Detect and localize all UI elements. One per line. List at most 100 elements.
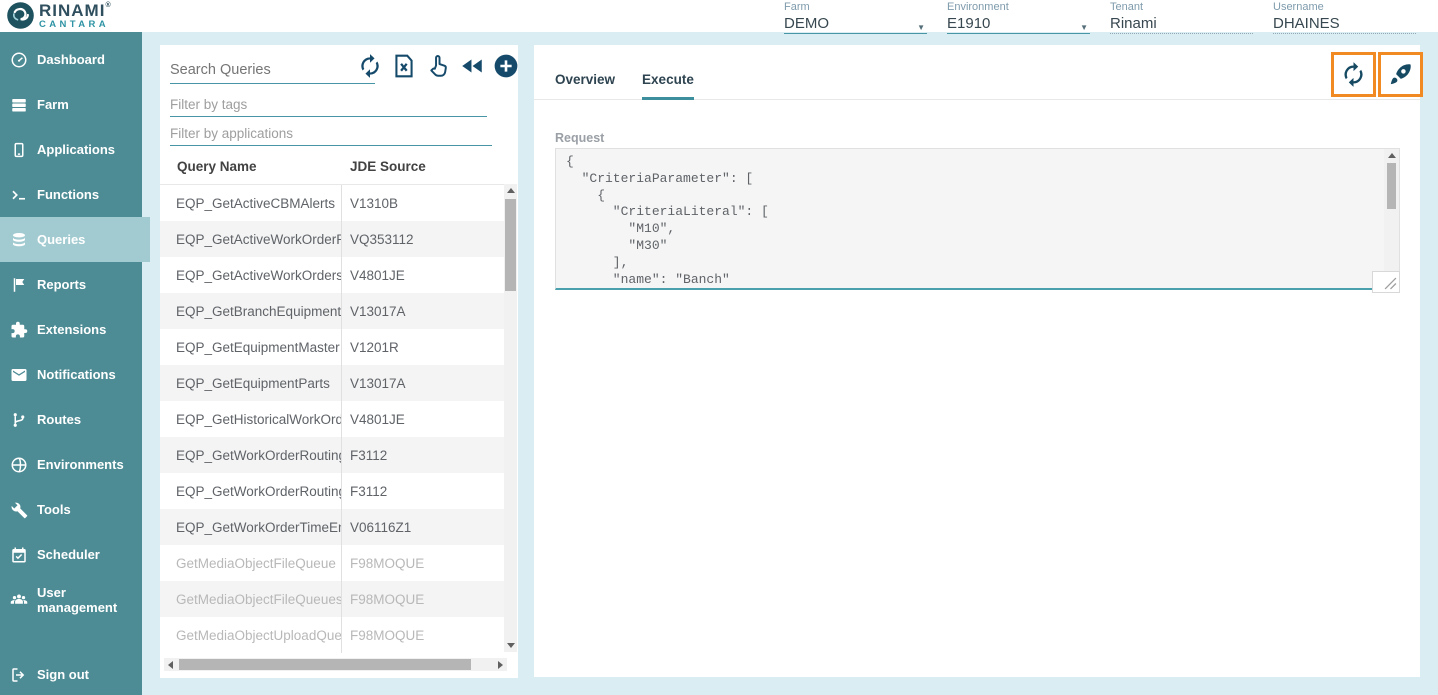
- jde-source-cell: F3112: [341, 448, 387, 463]
- sidebar-item-label: Applications: [37, 142, 119, 157]
- scroll-down-button[interactable]: [504, 639, 517, 652]
- query-name-cell: EQP_GetWorkOrderRouting: [160, 448, 341, 463]
- farm-field[interactable]: FarmDEMO▼: [784, 1, 927, 34]
- table-row[interactable]: EQP_GetEquipmentMasterV1201R: [160, 329, 504, 365]
- request-json-text[interactable]: { "CriteriaParameter": [ { "CriteriaLite…: [556, 149, 1399, 290]
- chevron-down-icon[interactable]: ▼: [1080, 23, 1090, 32]
- table-row[interactable]: EQP_GetEquipmentPartsV13017A: [160, 365, 504, 401]
- scheduler-icon: [10, 546, 28, 564]
- filter-tags-input[interactable]: [170, 92, 487, 117]
- table-row[interactable]: GetMediaObjectUploadQueF98MOQUE: [160, 617, 504, 653]
- sidebar-item-environments[interactable]: Environments: [0, 442, 142, 487]
- environments-icon: [10, 456, 28, 474]
- field-value[interactable]: E1910: [947, 15, 990, 32]
- sidebar-item-applications[interactable]: Applications: [0, 127, 142, 172]
- table-row[interactable]: EQP_GetWorkOrderTimeEnV06116Z1: [160, 509, 504, 545]
- sidebar-item-tools[interactable]: Tools: [0, 487, 142, 532]
- query-detail-panel: OverviewExecute Request { "CriteriaParam…: [534, 45, 1420, 677]
- sidebar-item-label: User management: [37, 585, 142, 615]
- request-editor-scrollbar[interactable]: [1384, 149, 1399, 288]
- chevron-down-icon[interactable]: ▼: [917, 23, 927, 32]
- table-row[interactable]: EQP_GetActiveCBMAlertsV1310B: [160, 185, 504, 221]
- scroll-right-button[interactable]: [494, 658, 507, 671]
- sidebar-item-label: Environments: [37, 457, 128, 472]
- execute-actions: [1331, 52, 1423, 97]
- tools-icon: [10, 501, 28, 519]
- jde-source-cell: V4801JE: [341, 268, 405, 283]
- query-name-cell: EQP_GetWorkOrderRouting: [160, 484, 341, 499]
- field-value: DHAINES: [1273, 15, 1340, 32]
- table-row[interactable]: EQP_GetActiveWorkOrderRVQ353112: [160, 221, 504, 257]
- sidebar-item-user-management[interactable]: User management: [0, 577, 142, 622]
- jde-source-cell: F98MOQUE: [341, 556, 424, 571]
- sidebar-item-label: Functions: [37, 187, 103, 202]
- app-logo: RINAMI® CANTARA: [6, 1, 112, 30]
- logo-icon: [6, 1, 35, 30]
- field-label: Environment: [947, 1, 1090, 13]
- sync-icon[interactable]: [357, 53, 383, 79]
- field-label: Username: [1273, 1, 1416, 13]
- sidebar-item-extensions[interactable]: Extensions: [0, 307, 142, 352]
- query-name-cell: EQP_GetBranchEquipment: [160, 304, 341, 319]
- search-queries-input[interactable]: [170, 57, 375, 84]
- sidebar-item-notifications[interactable]: Notifications: [0, 352, 142, 397]
- vertical-scroll-thumb[interactable]: [505, 199, 516, 291]
- sidebar-item-functions[interactable]: Functions: [0, 172, 142, 217]
- username-field: Username DHAINES: [1273, 1, 1416, 34]
- add-icon[interactable]: [493, 53, 519, 79]
- rocket-icon: [1387, 61, 1414, 88]
- sidebar-item-label: Reports: [37, 277, 90, 292]
- tab-execute[interactable]: Execute: [642, 45, 694, 100]
- query-list-horizontal-scrollbar[interactable]: [164, 658, 507, 671]
- excel-export-icon[interactable]: [391, 53, 417, 79]
- top-header: RINAMI® CANTARA FarmDEMO▼EnvironmentE191…: [0, 0, 1438, 32]
- query-name-cell: GetMediaObjectUploadQue: [160, 628, 341, 643]
- request-json-editor[interactable]: { "CriteriaParameter": [ { "CriteriaLite…: [555, 148, 1400, 290]
- table-row[interactable]: EQP_GetWorkOrderRoutingF3112: [160, 437, 504, 473]
- table-row[interactable]: EQP_GetBranchEquipmentV13017A: [160, 293, 504, 329]
- query-list-vertical-scrollbar[interactable]: [504, 184, 517, 652]
- query-name-cell: EQP_GetHistoricalWorkOrd: [160, 412, 341, 427]
- table-header-row: Query Name JDE Source: [160, 150, 504, 184]
- hand-select-icon[interactable]: [425, 53, 451, 79]
- sidebar-item-farm[interactable]: Farm: [0, 82, 142, 127]
- rocket-button[interactable]: [1378, 52, 1423, 97]
- signout-icon: [10, 666, 28, 684]
- field-value[interactable]: DEMO: [784, 15, 829, 32]
- sidebar-item-queries[interactable]: Queries: [0, 217, 150, 262]
- table-row[interactable]: GetMediaObjectFileQueueF98MOQUE: [160, 545, 504, 581]
- sidebar-item-scheduler[interactable]: Scheduler: [0, 532, 142, 577]
- query-name-cell: GetMediaObjectFileQueue: [160, 556, 341, 571]
- tab-overview[interactable]: Overview: [555, 45, 615, 100]
- scroll-up-button[interactable]: [1384, 149, 1399, 162]
- jde-source-cell: V4801JE: [341, 412, 405, 427]
- refresh-button[interactable]: [1331, 52, 1376, 97]
- vertical-scroll-thumb[interactable]: [1387, 163, 1396, 209]
- refresh-icon: [1340, 61, 1367, 88]
- sidebar-item-reports[interactable]: Reports: [0, 262, 142, 307]
- dashboard-icon: [10, 51, 28, 69]
- sidebar-item-dashboard[interactable]: Dashboard: [0, 37, 142, 82]
- table-row[interactable]: EQP_GetActiveWorkOrdersV4801JE: [160, 257, 504, 293]
- filter-applications-input[interactable]: [170, 121, 492, 146]
- environment-field[interactable]: Environment E1910 ▼: [947, 1, 1090, 34]
- sidebar-item-label: Extensions: [37, 322, 110, 337]
- query-name-cell: EQP_GetActiveWorkOrders: [160, 268, 341, 283]
- rewind-icon[interactable]: [459, 53, 485, 79]
- resize-grip[interactable]: [1372, 271, 1400, 293]
- scroll-up-button[interactable]: [504, 184, 517, 197]
- table-row[interactable]: EQP_GetWorkOrderRoutingF3112: [160, 473, 504, 509]
- query-name-cell: EQP_GetEquipmentParts: [160, 376, 341, 391]
- applications-icon: [10, 141, 28, 159]
- table-row[interactable]: GetMediaObjectFileQueuesF98MOQUE: [160, 581, 504, 617]
- tenant-field: TenantRinami: [1110, 1, 1253, 34]
- farm-icon: [10, 96, 28, 114]
- scroll-left-button[interactable]: [164, 658, 177, 671]
- sidebar-item-sign-out[interactable]: Sign out: [0, 652, 142, 695]
- horizontal-scroll-thumb[interactable]: [179, 659, 471, 670]
- sidebar-item-label: Farm: [37, 97, 73, 112]
- sidebar-item-label: Sign out: [37, 667, 93, 682]
- sidebar-item-routes[interactable]: Routes: [0, 397, 142, 442]
- field-value: Rinami: [1110, 15, 1157, 32]
- table-row[interactable]: EQP_GetHistoricalWorkOrdV4801JE: [160, 401, 504, 437]
